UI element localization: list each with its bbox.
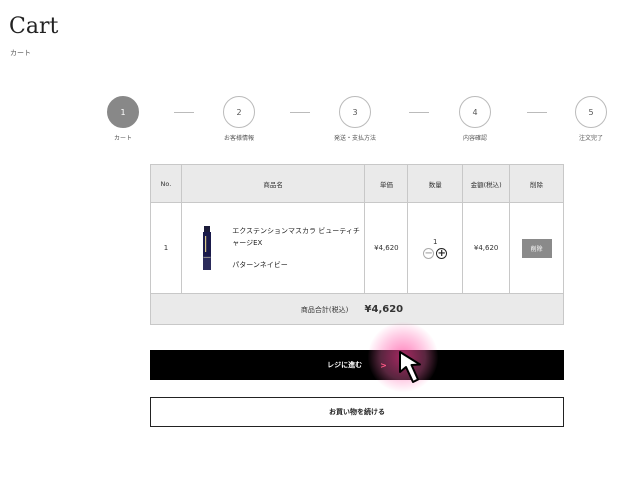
cart-table: No. 商品名 単価 数量 金額(税込) 削除 1 エクステンションマスカラ ビ… bbox=[150, 164, 564, 325]
quantity-cell: 1 − + bbox=[407, 202, 464, 294]
progress-steps: 1 カート 2 お客様情報 3 発送・支払方法 4 内容確認 5 注文完了 bbox=[0, 0, 640, 150]
item-amount: ¥4,620 bbox=[462, 202, 511, 294]
step-label: 内容確認 bbox=[462, 135, 487, 142]
step-label: 注文完了 bbox=[578, 135, 603, 142]
minus-circle-icon[interactable]: − bbox=[423, 247, 435, 259]
product-image[interactable] bbox=[182, 213, 232, 283]
step-circle: 1 bbox=[107, 96, 139, 128]
quantity-value: 1 bbox=[433, 237, 438, 246]
product-variant: パターンネイビー bbox=[232, 261, 288, 269]
delete-cell: 削除 bbox=[509, 202, 564, 294]
step-circle: 4 bbox=[459, 96, 491, 128]
step-cart: 1 カート bbox=[83, 96, 163, 142]
header-product-name: 商品名 bbox=[180, 164, 366, 203]
product-cell: エクステンションマスカラ ビューティチャージEX パターンネイビー bbox=[180, 202, 366, 294]
header-quantity: 数量 bbox=[407, 164, 464, 203]
table-header-row: No. 商品名 単価 数量 金額(税込) 削除 bbox=[150, 164, 564, 203]
step-label: お客様情報 bbox=[223, 135, 254, 142]
arrow-cursor-icon bbox=[399, 351, 421, 383]
step-customer-info: 2 お客様情報 bbox=[199, 96, 279, 142]
item-no: 1 bbox=[150, 202, 182, 294]
step-circle: 5 bbox=[575, 96, 607, 128]
step-complete: 5 注文完了 bbox=[551, 96, 631, 142]
step-connector bbox=[527, 112, 547, 113]
header-no: No. bbox=[150, 164, 182, 203]
step-shipping-payment: 3 発送・支払方法 bbox=[315, 96, 395, 142]
total-cell: 商品合計(税込) ¥4,620 bbox=[150, 293, 564, 325]
table-row: 1 エクステンションマスカラ ビューティチャージEX パターンネイビー ¥4,6… bbox=[150, 202, 564, 294]
checkout-label: レジに進む bbox=[327, 361, 363, 369]
step-connector bbox=[174, 112, 194, 113]
header-amount: 金額(税込) bbox=[462, 164, 511, 203]
chevron-right-icon: > bbox=[380, 360, 387, 370]
item-unit-price: ¥4,620 bbox=[364, 202, 409, 294]
step-label: 発送・支払方法 bbox=[333, 135, 376, 142]
header-unit-price: 単価 bbox=[364, 164, 409, 203]
step-circle: 2 bbox=[223, 96, 255, 128]
header-delete: 削除 bbox=[509, 164, 564, 203]
continue-shopping-button[interactable]: お買い物を続ける bbox=[150, 397, 564, 427]
subtotal-label: 商品合計(税込) bbox=[300, 305, 349, 314]
step-label: カート bbox=[113, 135, 132, 142]
step-circle: 3 bbox=[339, 96, 371, 128]
delete-button[interactable]: 削除 bbox=[521, 238, 552, 258]
plus-circle-icon[interactable]: + bbox=[436, 247, 448, 259]
mascara-tube-icon bbox=[203, 226, 212, 270]
checkout-button[interactable]: レジに進む > bbox=[150, 350, 564, 380]
step-connector bbox=[290, 112, 310, 113]
total-row: 商品合計(税込) ¥4,620 bbox=[150, 293, 564, 325]
step-confirm: 4 内容確認 bbox=[435, 96, 515, 142]
step-connector bbox=[409, 112, 429, 113]
product-name-link[interactable]: エクステンションマスカラ ビューティチャージEX bbox=[232, 227, 360, 247]
continue-shopping-label: お買い物を続ける bbox=[329, 408, 385, 416]
subtotal-value: ¥4,620 bbox=[364, 303, 404, 315]
